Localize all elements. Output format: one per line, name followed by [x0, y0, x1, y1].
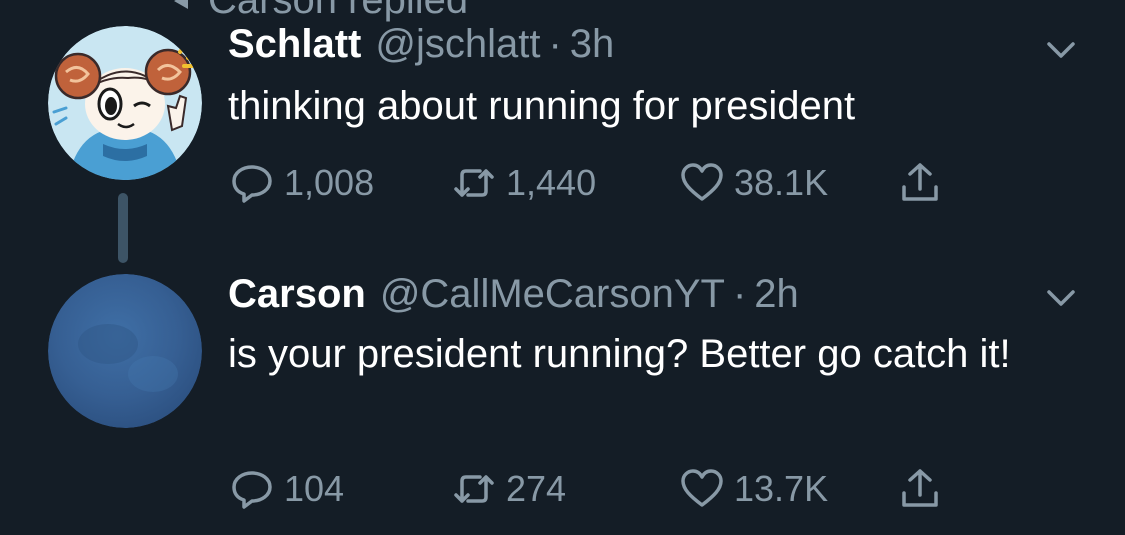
share-button[interactable] — [896, 464, 944, 514]
tweet-text: is your president running? Better go cat… — [228, 332, 1011, 376]
tweet-header: Carson @CallMeCarsonYT · 2h — [228, 272, 799, 317]
heart-icon — [681, 469, 723, 507]
reply-button[interactable]: 104 — [228, 464, 344, 514]
cartoon-ram-avatar-icon — [48, 26, 202, 180]
like-button[interactable]: 38.1K — [678, 158, 828, 208]
tweet-text: thinking about running for president — [228, 84, 856, 128]
share-icon — [902, 469, 938, 507]
reply-icon — [232, 165, 272, 203]
share-button[interactable] — [896, 158, 944, 208]
timestamp[interactable]: 3h — [570, 22, 615, 67]
avatar[interactable] — [48, 274, 202, 428]
reply-count: 104 — [284, 468, 345, 509]
separator: · — [732, 272, 747, 316]
like-count: 38.1K — [734, 162, 829, 203]
tweet-schlatt[interactable]: Schlatt @jschlatt · 3h thinking about ru… — [0, 0, 1125, 263]
tweet-actions: 104 274 13.7K — [228, 464, 968, 514]
retweet-icon — [454, 475, 494, 503]
timestamp[interactable]: 2h — [754, 272, 799, 317]
chevron-down-icon[interactable] — [1041, 30, 1081, 70]
chevron-down-icon[interactable] — [1041, 278, 1081, 318]
blue-avatar-icon — [48, 274, 202, 428]
like-count: 13.7K — [734, 468, 829, 509]
tweet-header: Schlatt @jschlatt · 3h — [228, 22, 614, 67]
retweet-icon — [454, 169, 494, 197]
avatar[interactable] — [48, 26, 202, 180]
display-name[interactable]: Schlatt — [228, 22, 361, 67]
tweet-actions: 1,008 1,440 38.1K — [228, 158, 968, 208]
separator: · — [548, 22, 562, 66]
reply-count: 1,008 — [284, 162, 375, 203]
like-button[interactable]: 13.7K — [678, 464, 828, 514]
retweet-count: 1,440 — [506, 162, 597, 203]
tweet-carson[interactable]: Carson @CallMeCarsonYT · 2h is your pres… — [0, 250, 1125, 535]
display-name[interactable]: Carson — [228, 272, 366, 317]
reply-button[interactable]: 1,008 — [228, 158, 374, 208]
share-icon — [902, 163, 938, 201]
reply-icon — [232, 471, 272, 509]
retweet-button[interactable]: 1,440 — [450, 158, 596, 208]
username[interactable]: @CallMeCarsonYT — [380, 272, 725, 317]
retweet-count: 274 — [506, 468, 567, 509]
username[interactable]: @jschlatt — [375, 22, 540, 67]
retweet-button[interactable]: 274 — [450, 464, 566, 514]
heart-icon — [681, 163, 723, 201]
